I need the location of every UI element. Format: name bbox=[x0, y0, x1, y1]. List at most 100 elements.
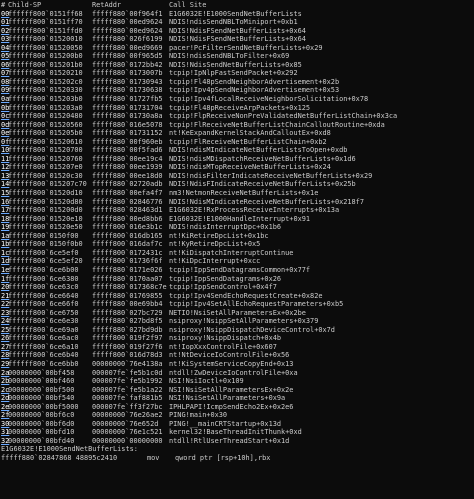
call-site: tcpip!Ipv4SendEchoRequestCreate+0x82e bbox=[169, 291, 323, 300]
frame-number-link[interactable]: 2b bbox=[1, 377, 9, 386]
stack-frame-row: 2d 00000000`00bf540 000007fe`faf881b5 NSI!N… bbox=[1, 394, 474, 403]
child-sp: ffffff800`0150f00 bbox=[8, 231, 79, 240]
frame-number-link[interactable]: 08 bbox=[1, 78, 9, 87]
frame-number-link[interactable]: 05 bbox=[1, 52, 9, 61]
stack-frame-row: 2c 00000000`00bf500 000007fe`fe5b1a22 NSI!N… bbox=[1, 386, 474, 395]
stack-frame-row: 18 ffffff800`01520e10 fffff880`00ed8bb6 E1G… bbox=[1, 215, 474, 224]
call-site: E1G6032E!E1000SendNetBufferLists bbox=[169, 9, 302, 18]
ret-addr: 00000000`76e26ae2 bbox=[92, 411, 163, 420]
ret-addr: fffff880`02846776 bbox=[92, 197, 163, 206]
call-site: tcpip!FlReceiveNetBufferListChain+0xb2 bbox=[169, 137, 327, 146]
frame-number-link[interactable]: 25 bbox=[1, 326, 9, 335]
child-sp: ffffff800`015203a0 bbox=[8, 103, 83, 112]
ret-addr: fffff880`016e5078 bbox=[92, 120, 163, 129]
frame-number-link[interactable]: 17 bbox=[1, 206, 9, 215]
frame-number-link[interactable]: 10 bbox=[1, 146, 9, 155]
frame-number-link[interactable]: 14 bbox=[1, 180, 9, 189]
frame-number-link[interactable]: 0b bbox=[1, 104, 9, 113]
child-sp: ffffff800`01520760 bbox=[8, 154, 83, 163]
call-site: NDIS!ndisFilterIndicateReceiveNetBufferL… bbox=[169, 171, 373, 180]
frame-number-link[interactable]: 02 bbox=[1, 27, 9, 36]
frame-number-link[interactable]: 28 bbox=[1, 351, 9, 360]
child-sp: ffffff800`6ce6a10 bbox=[8, 342, 79, 351]
frame-number-link[interactable]: 18 bbox=[1, 215, 9, 224]
child-sp: ffffff800`0151ff68 bbox=[8, 9, 83, 18]
ret-addr: fffff880`0171e026 bbox=[92, 265, 163, 274]
frame-number-link[interactable]: 13 bbox=[1, 172, 9, 181]
frame-number-link[interactable]: 19 bbox=[1, 223, 9, 232]
ret-addr: 00000000`00000000 bbox=[92, 436, 163, 445]
ret-addr: 00000000`76e1c521 bbox=[92, 428, 163, 437]
ret-addr: fffff800`016daf7c bbox=[92, 240, 163, 249]
ret-addr: fffff880`027bd9db bbox=[92, 325, 163, 334]
frame-number-link[interactable]: 1d bbox=[1, 257, 9, 266]
frame-number-link[interactable]: 2c bbox=[1, 386, 9, 395]
frame-number-link[interactable]: 1e bbox=[1, 266, 9, 275]
ret-addr: fffff880`01730a8a bbox=[92, 112, 163, 121]
frame-number-link[interactable]: 1f bbox=[1, 275, 9, 284]
frame-number-link[interactable]: 03 bbox=[1, 35, 9, 44]
frame-number-link[interactable]: 2f bbox=[1, 411, 9, 420]
frame-number-link[interactable]: 16 bbox=[1, 198, 9, 207]
frame-number-link[interactable]: 1c bbox=[1, 249, 9, 258]
stack-frame-row: 13 ffffff800`01520c30 fffff880`00ee18d0 NDI… bbox=[1, 172, 474, 181]
call-site: tcpip!IppSendDatagrams+0x26 bbox=[169, 274, 282, 283]
frame-number-link[interactable]: 22 bbox=[1, 300, 9, 309]
disassembly-label-text: E1G6032E!E1000SendNetBufferLists: bbox=[1, 445, 138, 454]
frame-number-link[interactable]: 29 bbox=[1, 360, 9, 369]
frame-number-link[interactable]: 0a bbox=[1, 95, 9, 104]
stack-frame-row: 11 ffffff800`01520760 fffff880`00ee19c4 NDI… bbox=[1, 155, 474, 164]
call-site: tcpip!IppSendDatagramsCommon+0x77f bbox=[169, 265, 311, 274]
stack-frame-row: 27 ffffff800`6ce6a10 fffff800`019f27f6 nt!I… bbox=[1, 343, 474, 352]
ret-addr: 000007fe`fe5b1a22 bbox=[92, 385, 163, 394]
frame-number-link[interactable]: 0e bbox=[1, 129, 9, 138]
ret-addr: fffff880`00ee1939 bbox=[92, 163, 163, 172]
frame-number-link[interactable]: 27 bbox=[1, 343, 9, 352]
frame-number-link[interactable]: 21 bbox=[1, 292, 9, 301]
child-sp: ffffff800`015207c70 bbox=[8, 180, 87, 189]
frame-number-link[interactable]: 1b bbox=[1, 240, 9, 249]
call-site: IPHLPAPI!IcmpSendEcho2Ex+0x2e6 bbox=[169, 402, 294, 411]
frame-number-link[interactable]: 06 bbox=[1, 61, 9, 70]
frame-number-link[interactable]: 32 bbox=[1, 437, 9, 446]
frame-number-link[interactable]: 07 bbox=[1, 69, 9, 78]
frame-number-link[interactable]: 23 bbox=[1, 309, 9, 318]
child-sp: ffffff800`6ce6640 bbox=[8, 291, 79, 300]
call-site: PING!main+0x30 bbox=[169, 411, 228, 420]
frame-number-link[interactable]: 11 bbox=[1, 155, 9, 164]
disassembly-operands: qword ptr [rsp+10h],rbx bbox=[175, 453, 271, 462]
frame-number-link[interactable]: 1a bbox=[1, 232, 9, 241]
call-site: nt!KeExpandKernelStackAndCalloutEx+0xd8 bbox=[169, 129, 331, 138]
frame-number-link[interactable]: 0c bbox=[1, 112, 9, 121]
child-sp: ffffff800`6ce6750 bbox=[8, 308, 79, 317]
frame-number-link[interactable]: 00 bbox=[1, 10, 9, 19]
debugger-stack-view: # Child-SP RetAddr Call Site 00 ffffff800… bbox=[0, 0, 474, 499]
frame-number-link[interactable]: 2d bbox=[1, 394, 9, 403]
frame-number-link[interactable]: 30 bbox=[1, 420, 9, 429]
stack-frame-row: 08 ffffff800`015202c0 fffff880`01730943 tcp… bbox=[1, 78, 474, 87]
child-sp: 00000000`00bf5000 bbox=[8, 402, 79, 411]
stack-frame-row: 32 00000000`00bfd40 00000000`00000000 ntdll… bbox=[1, 437, 474, 446]
frame-number-link[interactable]: 20 bbox=[1, 283, 9, 292]
frame-number-link[interactable]: 01 bbox=[1, 18, 9, 27]
call-site: ntdll!ZwDeviceIoControlFile+0xa bbox=[169, 368, 298, 377]
frame-number-link[interactable]: 0d bbox=[1, 121, 9, 130]
child-sp: ffffff800`01520d10 bbox=[8, 189, 83, 198]
child-sp: ffffff800`01520050 bbox=[8, 43, 83, 52]
header-ret-addr: RetAddr bbox=[92, 1, 122, 9]
child-sp: ffffff800`01520210 bbox=[8, 69, 83, 78]
frame-number-link[interactable]: 0f bbox=[1, 138, 9, 147]
frame-number-link[interactable]: 12 bbox=[1, 163, 9, 172]
frame-number-link[interactable]: 26 bbox=[1, 334, 9, 343]
frame-number-link[interactable]: 31 bbox=[1, 428, 9, 437]
ret-addr: fffff880`027bc729 bbox=[92, 308, 163, 317]
frame-number-link[interactable]: 2e bbox=[1, 403, 9, 412]
frame-number-link[interactable]: 24 bbox=[1, 317, 9, 326]
stack-frame-row: 01 ffffff800`0151ff70 fffff880`00ed9624 NDI… bbox=[1, 18, 474, 27]
frame-number-link[interactable]: 15 bbox=[1, 189, 9, 198]
frame-number-link[interactable]: 2a bbox=[1, 369, 9, 378]
ret-addr: fffff880`01769855 bbox=[92, 291, 163, 300]
frame-number-link[interactable]: 09 bbox=[1, 86, 9, 95]
stack-frame-row: 2b 00000000`00bf460 000007fe`fe5b1992 NSI!N… bbox=[1, 377, 474, 386]
frame-number-link[interactable]: 04 bbox=[1, 44, 9, 53]
